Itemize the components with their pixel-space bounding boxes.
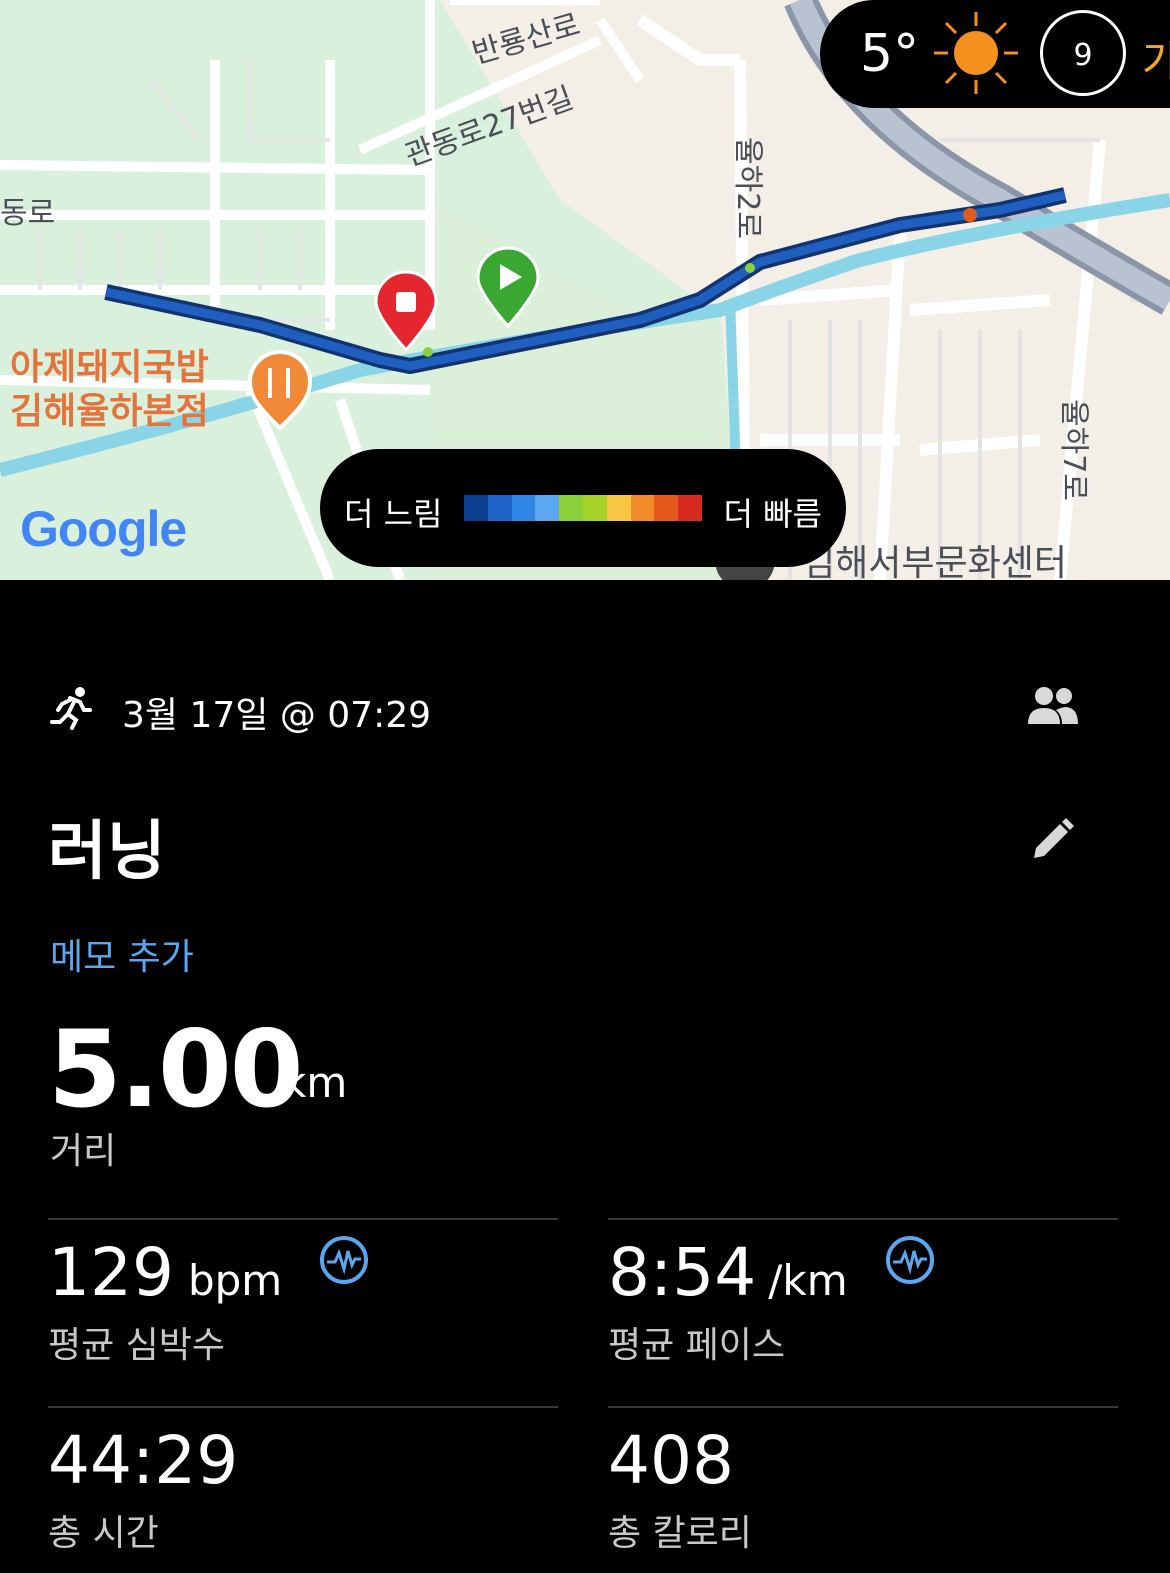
sun-icon xyxy=(934,12,1018,94)
temperature: 5° xyxy=(860,24,920,84)
pace-color-swatch xyxy=(559,495,583,521)
distance-label: 거리 xyxy=(50,1131,117,1172)
pace-color-swatch xyxy=(678,495,702,521)
street-label: 동로 xyxy=(0,196,56,231)
total-time-value: 44:29 xyxy=(48,1422,239,1499)
heart-rate-unit: bpm xyxy=(187,1256,283,1305)
add-memo-link[interactable]: 메모 추가 xyxy=(50,928,194,980)
distance-value: 5.00 xyxy=(48,1008,304,1131)
uv-index-icon: 9 xyxy=(1040,10,1126,96)
pace-color-scale xyxy=(464,495,702,521)
stat-calories[interactable]: 408 총 칼로리 xyxy=(608,1406,1118,1558)
route-map[interactable]: 반룡산로 관동로27번길 동로 율하2로 율하7로 김해서부문화센터 아제돼지국… xyxy=(0,0,1170,580)
pace-color-swatch xyxy=(654,495,679,521)
pace-color-swatch xyxy=(535,495,560,521)
pace-value: 8:54 xyxy=(608,1234,757,1311)
poi-name-line1: 아제돼지국밥 xyxy=(10,347,209,388)
stat-heart-rate[interactable]: 129 bpm 평균 심박수 xyxy=(48,1218,558,1370)
street-label: 김해서부문화센터 xyxy=(802,543,1067,580)
pace-unit: /km xyxy=(768,1256,848,1305)
pace-color-swatch xyxy=(606,495,631,521)
pace-color-swatch xyxy=(464,495,488,521)
running-icon xyxy=(50,687,92,730)
poi-label[interactable]: 아제돼지국밥 김해율하본점 xyxy=(10,346,209,434)
activity-date: 3월 17일 @ 07:29 xyxy=(122,695,432,736)
poi-name-line2: 김해율하본점 xyxy=(10,391,209,432)
legend-fast-label: 더 빠름 xyxy=(723,495,823,533)
forecast-next: 가 xyxy=(1142,37,1170,86)
pace-color-swatch xyxy=(487,495,512,521)
edit-pencil-icon[interactable] xyxy=(1030,816,1074,860)
pace-chart-icon[interactable] xyxy=(885,1235,935,1285)
people-icon[interactable] xyxy=(1026,684,1080,728)
pace-label: 평균 페이스 xyxy=(608,1325,786,1366)
heart-rate-label: 평균 심박수 xyxy=(48,1325,226,1366)
pace-color-swatch xyxy=(630,495,655,521)
google-logo: Google xyxy=(20,501,187,557)
weather-widget: 5° 9 가 xyxy=(820,0,1170,108)
legend-slow-label: 더 느림 xyxy=(344,495,443,533)
activity-title: 러닝 xyxy=(48,815,166,889)
street-label: 율하2로 xyxy=(729,137,765,239)
stat-pace[interactable]: 8:54/km 평균 페이스 xyxy=(608,1218,1118,1370)
heart-rate-value: 129 xyxy=(48,1234,174,1311)
total-time-label: 총 시간 xyxy=(48,1513,159,1554)
distance-unit: km xyxy=(282,1058,348,1107)
calories-value: 408 xyxy=(608,1422,734,1499)
pace-color-swatch xyxy=(511,495,536,521)
heart-rate-chart-icon[interactable] xyxy=(319,1235,369,1285)
pace-color-swatch xyxy=(582,495,607,521)
pace-legend: 더 느림 더 빠름 xyxy=(320,449,846,567)
calories-label: 총 칼로리 xyxy=(608,1513,752,1554)
street-label: 율하7로 xyxy=(1055,399,1091,501)
stat-total-time[interactable]: 44:29 총 시간 xyxy=(48,1406,558,1558)
